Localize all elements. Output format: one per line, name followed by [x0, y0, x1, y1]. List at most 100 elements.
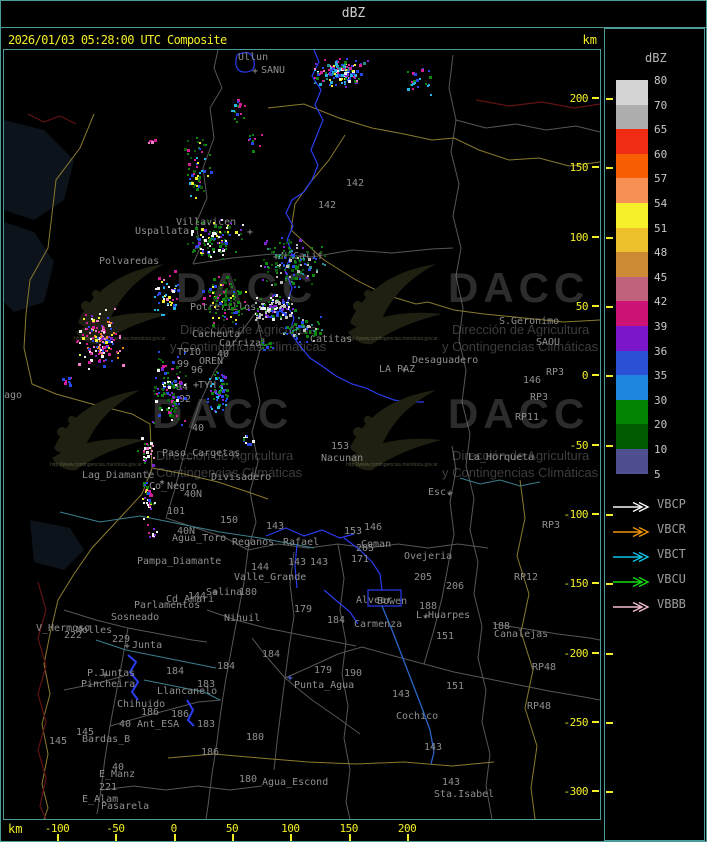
radar-echo-pixel: [187, 149, 190, 152]
radar-echo-pixel: [233, 312, 235, 314]
radar-echo-pixel: [241, 308, 243, 310]
radar-echo-pixel: [222, 380, 224, 382]
scale-color-block: [616, 449, 648, 475]
radar-echo-pixel: [289, 259, 292, 262]
radar-echo-pixel: [202, 236, 204, 238]
legend-label: VBCR: [657, 522, 686, 536]
radar-echo-pixel: [279, 307, 281, 309]
radar-echo-pixel: [344, 64, 346, 66]
radar-echo-pixel: [174, 404, 176, 406]
radar-echo-pixel: [351, 65, 353, 67]
radar-echo-pixel: [96, 327, 98, 329]
radar-echo-pixel: [306, 335, 309, 338]
radar-echo-pixel: [207, 175, 209, 177]
radar-echo-pixel: [235, 231, 238, 234]
radar-echo-pixel: [98, 360, 100, 362]
radar-echo-pixel: [311, 324, 313, 326]
radar-echo-pixel: [237, 301, 240, 304]
radar-echo-pixel: [330, 81, 333, 84]
timestamp-label: 2026/01/03 05:28:00 UTC Composite: [8, 33, 227, 47]
radar-echo-pixel: [203, 297, 206, 300]
radar-echo-pixel: [98, 317, 100, 319]
radar-echo-pixel: [314, 82, 316, 84]
radar-echo-pixel: [324, 59, 326, 61]
radar-echo-pixel: [296, 244, 298, 246]
radar-echo-pixel: [211, 243, 213, 245]
radar-echo-pixel: [143, 502, 145, 504]
radar-echo-pixel: [199, 148, 201, 150]
radar-echo-pixel: [260, 298, 262, 300]
radar-echo-pixel: [291, 269, 294, 272]
radar-echo-pixel: [103, 352, 105, 354]
radar-echo-layer: [4, 50, 600, 819]
radar-echo-pixel: [335, 84, 337, 86]
radar-echo-pixel: [252, 150, 255, 153]
vbct-arrow-icon: [611, 548, 653, 567]
radar-echo-pixel: [192, 242, 194, 244]
vbcp-arrow-icon: [611, 498, 653, 517]
radar-echo-pixel: [218, 317, 220, 319]
radar-echo-pixel: [302, 269, 304, 271]
radar-echo-pixel: [105, 359, 107, 361]
radar-echo-pixel: [249, 138, 251, 140]
radar-echo-pixel: [100, 339, 102, 341]
radar-echo-pixel: [193, 186, 195, 188]
radar-echo-pixel: [147, 516, 149, 518]
radar-echo-pixel: [240, 233, 242, 235]
scale-panel-tick: [606, 98, 613, 100]
radar-echo-pixel: [316, 271, 318, 273]
radar-echo-pixel: [265, 316, 267, 318]
radar-echo-pixel: [168, 386, 171, 389]
radar-echo-pixel: [210, 256, 212, 258]
radar-echo-pixel: [211, 408, 213, 410]
radar-echo-pixel: [306, 328, 308, 330]
radar-echo-pixel: [103, 365, 106, 368]
radar-echo-pixel: [199, 176, 201, 178]
radar-echo-pixel: [152, 464, 155, 467]
radar-echo-pixel: [187, 153, 189, 155]
radar-echo-pixel: [189, 178, 191, 180]
scale-color-block: [616, 424, 648, 450]
radar-echo-pixel: [229, 303, 232, 306]
radar-echo-pixel: [220, 236, 222, 238]
scale-value-label: 36: [654, 344, 668, 358]
radar-echo-pixel: [154, 534, 156, 536]
radar-echo-pixel: [219, 287, 221, 289]
radar-echo-pixel: [105, 309, 107, 311]
radar-echo-pixel: [221, 395, 224, 398]
radar-echo-pixel: [95, 339, 98, 342]
radar-echo-pixel: [154, 393, 156, 395]
radar-echo-pixel: [215, 312, 217, 314]
radar-echo-pixel: [314, 77, 316, 79]
radar-echo-pixel: [314, 68, 316, 70]
radar-echo-pixel: [158, 277, 161, 280]
radar-echo-pixel: [181, 424, 183, 426]
radar-echo-pixel: [207, 401, 209, 403]
radar-echo-pixel: [428, 84, 430, 86]
radar-echo-pixel: [247, 443, 250, 446]
radar-echo-pixel: [213, 297, 215, 299]
radar-echo-pixel: [174, 270, 177, 273]
radar-echo-pixel: [212, 286, 214, 288]
radar-echo-pixel: [295, 277, 298, 280]
radar-echo-pixel: [234, 296, 236, 298]
radar-echo-pixel: [204, 158, 206, 160]
radar-echo-pixel: [204, 229, 207, 232]
radar-echo-pixel: [157, 388, 159, 390]
radar-echo-pixel: [296, 337, 298, 339]
page-title: dBZ: [341, 6, 366, 21]
radar-echo-pixel: [285, 316, 288, 319]
radar-echo-pixel: [292, 257, 294, 259]
radar-echo-pixel: [283, 305, 286, 308]
radar-echo-pixel: [88, 361, 91, 364]
radar-echo-pixel: [196, 166, 198, 168]
radar-echo-pixel: [282, 254, 284, 256]
radar-echo-pixel: [222, 284, 224, 286]
radar-echo-pixel: [235, 319, 237, 321]
radar-echo-pixel: [103, 360, 105, 362]
radar-echo-pixel: [217, 397, 219, 399]
radar-echo-pixel: [168, 286, 170, 288]
radar-echo-pixel: [168, 296, 171, 299]
radar-echo-pixel: [326, 78, 328, 80]
radar-echo-pixel: [238, 292, 241, 295]
